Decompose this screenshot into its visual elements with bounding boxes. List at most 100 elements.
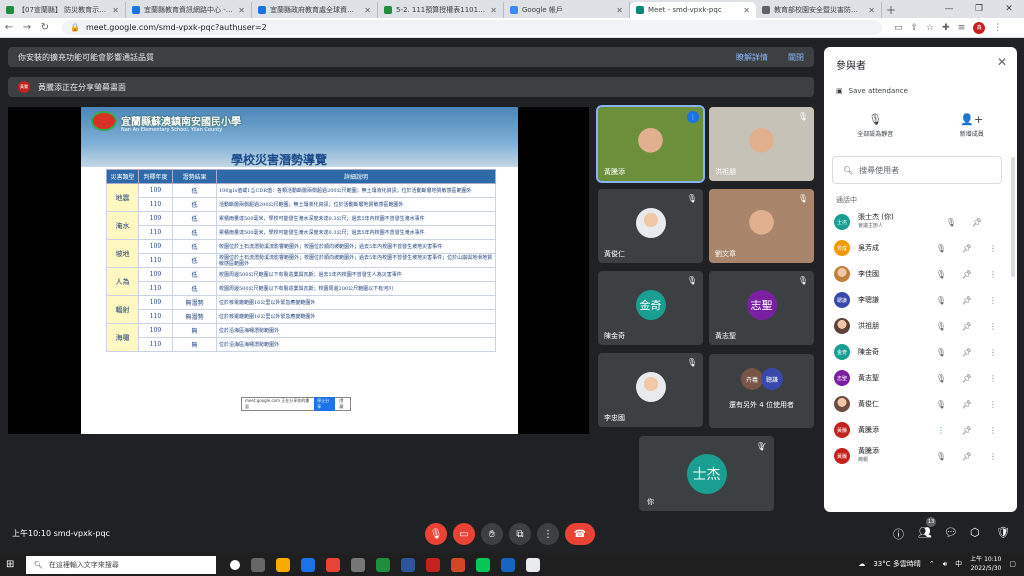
weather-text[interactable]: 33°C 多雲時晴 bbox=[873, 559, 921, 569]
taskbar-clock[interactable]: 上午 10:10 2022/5/30 bbox=[970, 555, 1001, 573]
participant-row[interactable]: 黃騰 黃騰添 簡報 🎙︎ 📌︎ ⋮ bbox=[824, 443, 1009, 469]
pin-icon[interactable]: 📌︎ bbox=[954, 296, 980, 305]
more-options-icon[interactable]: ⋮ bbox=[980, 296, 1006, 305]
mic-off-icon[interactable]: 🎙︎ bbox=[928, 400, 954, 409]
chat-icon[interactable]: 💬︎ bbox=[944, 526, 958, 539]
more-options-icon[interactable]: ⋮ bbox=[980, 426, 1006, 435]
participant-row[interactable]: 洪祖朋 🎙︎ 📌︎ ⋮ bbox=[824, 313, 1009, 339]
participant-tile[interactable]: 🎙︎ 李忠國 bbox=[598, 353, 703, 427]
dismiss-link[interactable]: 關閉 bbox=[788, 52, 804, 63]
extensions-icon[interactable]: ✚ bbox=[942, 23, 950, 33]
mic-toggle-button[interactable]: 🎙︎ bbox=[425, 523, 447, 545]
more-options-icon[interactable]: ⋮ bbox=[980, 374, 1006, 383]
acrobat-icon[interactable] bbox=[426, 557, 440, 572]
participant-row[interactable]: 志聖 黃志聖 🎙︎ 📌︎ ⋮ bbox=[824, 365, 1009, 391]
browser-menu-icon[interactable]: ⋮ bbox=[993, 23, 1002, 33]
more-options-icon[interactable]: ⋮ bbox=[980, 244, 1006, 253]
participant-tile[interactable]: ⋮ 黃騰添 bbox=[596, 105, 705, 183]
store-icon[interactable] bbox=[351, 557, 365, 572]
close-tab-icon[interactable]: ✕ bbox=[364, 6, 371, 15]
participant-tile[interactable]: 🎙︎ 黃俊仁 bbox=[598, 189, 703, 263]
reload-icon[interactable]: ↻ bbox=[36, 22, 54, 33]
mic-off-icon[interactable]: 🎙︎ bbox=[928, 374, 954, 383]
more-options-icon[interactable]: ⋮ bbox=[980, 322, 1006, 331]
excel-icon[interactable] bbox=[376, 557, 390, 572]
mic-off-icon[interactable]: 🎙︎ bbox=[928, 452, 954, 461]
browser-tab[interactable]: Google 帳戶 ✕ bbox=[504, 2, 630, 18]
more-options-icon[interactable]: ⋮ bbox=[980, 400, 1006, 409]
people-icon[interactable]: 👥︎ bbox=[918, 526, 932, 539]
maximize-icon[interactable]: ❐ bbox=[964, 0, 994, 18]
pin-icon[interactable]: 📌︎ bbox=[964, 218, 990, 227]
network-icon[interactable]: ⌃ bbox=[929, 560, 935, 568]
host-controls-icon[interactable]: 🛡︎ bbox=[996, 526, 1010, 539]
chrome-icon[interactable] bbox=[326, 557, 340, 572]
close-window-icon[interactable]: ✕ bbox=[994, 0, 1024, 18]
leave-call-button[interactable]: ☎︎ bbox=[565, 523, 595, 545]
browser-tab[interactable]: 宜蘭縣教育資訊網路中心 - 教師…✕ bbox=[126, 2, 252, 18]
participant-search-input[interactable]: 🔍︎ 搜尋使用者 bbox=[832, 156, 1002, 184]
pin-icon[interactable]: 📌︎ bbox=[954, 426, 980, 435]
notepad-icon[interactable] bbox=[526, 557, 540, 572]
add-people-button[interactable]: 👤+ 新增成員 bbox=[960, 113, 984, 138]
volume-icon[interactable]: 🔊︎ bbox=[943, 560, 947, 569]
browser-tab[interactable]: 【07宣蘭縣】 防災教育示範… ✕ bbox=[0, 2, 126, 18]
forward-icon[interactable]: → bbox=[18, 22, 36, 33]
ime-indicator[interactable]: 中 bbox=[955, 559, 962, 569]
participant-tile[interactable]: 🎙︎ 洪祖朋 bbox=[709, 107, 814, 181]
browser-tab[interactable]: Meet - smd-vpxk-pqc ✕ bbox=[630, 2, 756, 18]
participant-row[interactable]: 士杰 張士杰 (你) 會議主辦人 🎙︎ 📌︎ bbox=[824, 209, 1009, 235]
cortana-icon[interactable] bbox=[230, 559, 240, 570]
more-options-icon[interactable]: ⋮ bbox=[980, 348, 1006, 357]
close-tab-icon[interactable]: ✕ bbox=[616, 6, 623, 15]
hide-button[interactable]: 隱藏 bbox=[339, 398, 347, 410]
pin-icon[interactable]: 📌︎ bbox=[954, 244, 980, 253]
back-icon[interactable]: ← bbox=[0, 22, 18, 33]
info-icon[interactable]: ⓘ bbox=[893, 526, 904, 542]
mic-off-icon[interactable]: 🎙︎ bbox=[928, 348, 954, 357]
pin-icon[interactable]: 📌︎ bbox=[954, 270, 980, 279]
participant-tile[interactable]: 金奇 🎙︎ 陳金奇 bbox=[598, 271, 703, 345]
close-tab-icon[interactable]: ✕ bbox=[238, 6, 245, 15]
participant-row[interactable]: 黃俊仁 🎙︎ 📌︎ ⋮ bbox=[824, 391, 1009, 417]
participant-row[interactable]: 李佳國 🎙︎ 📌︎ ⋮ bbox=[824, 261, 1009, 287]
url-field[interactable]: 🔒 meet.google.com/smd-vpxk-pqc?authuser=… bbox=[62, 20, 882, 35]
participant-tile[interactable]: 🎙︎ 劉文章 bbox=[709, 189, 814, 263]
task-view-icon[interactable] bbox=[251, 557, 265, 572]
edge-icon[interactable] bbox=[301, 557, 315, 572]
participant-row[interactable]: 金奇 陳金奇 🎙︎ 📌︎ ⋮ bbox=[824, 339, 1009, 365]
pin-icon[interactable]: 📌︎ bbox=[954, 348, 980, 357]
pin-icon[interactable]: 📌︎ bbox=[954, 400, 980, 409]
file-explorer-icon[interactable] bbox=[276, 557, 290, 572]
mute-all-button[interactable]: 🎙︎ 全部設為靜音 bbox=[857, 113, 893, 138]
share-icon[interactable]: ⇪ bbox=[911, 23, 919, 33]
browser-tab[interactable]: 宜蘭縣政府教育處全球資訊網 ✕ bbox=[252, 2, 378, 18]
more-participants-tile[interactable]: 卉羲 聰謙 還有另外 4 位使用者 bbox=[709, 354, 814, 428]
self-tile[interactable]: 🎙︎̸ 士杰 你 bbox=[639, 436, 774, 511]
pin-icon[interactable]: 📌︎ bbox=[954, 322, 980, 331]
notification-icon[interactable]: ▢ bbox=[1009, 560, 1016, 568]
more-options-button[interactable]: ⋮ bbox=[537, 523, 559, 545]
close-tab-icon[interactable]: ✕ bbox=[743, 6, 750, 15]
bookmark-star-icon[interactable]: ☆ bbox=[926, 23, 934, 33]
ie-icon[interactable] bbox=[501, 557, 515, 572]
line-icon[interactable] bbox=[476, 557, 490, 572]
close-tab-icon[interactable]: ✕ bbox=[868, 6, 875, 15]
more-options-icon[interactable]: ⋮ bbox=[980, 270, 1006, 279]
browser-tab[interactable]: 教育部校園安全暨災害防救通報…✕ bbox=[756, 2, 882, 18]
more-options-icon[interactable]: ⋮ bbox=[980, 452, 1006, 461]
mic-off-icon[interactable]: 🎙︎ bbox=[928, 322, 954, 331]
camera-toggle-button[interactable]: ▭ bbox=[453, 523, 475, 545]
activities-icon[interactable]: ⬡ bbox=[970, 526, 980, 539]
profile-avatar[interactable]: 鑫 bbox=[973, 21, 986, 34]
close-icon[interactable]: ✕ bbox=[997, 55, 1007, 69]
present-button[interactable]: ⧉ bbox=[509, 523, 531, 545]
reading-list-icon[interactable]: ≡ bbox=[958, 23, 966, 33]
pin-icon[interactable]: 📌︎ bbox=[954, 452, 980, 461]
stop-sharing-button[interactable]: 停止分享 bbox=[314, 397, 336, 411]
close-tab-icon[interactable]: ✕ bbox=[490, 6, 497, 15]
mic-off-icon[interactable]: 🎙︎ bbox=[928, 270, 954, 279]
participant-tile[interactable]: 志聖 🎙︎ 黃志聖 bbox=[709, 271, 814, 345]
new-tab-icon[interactable]: + bbox=[882, 2, 900, 18]
participant-row[interactable]: 芳成 吳芳成 🎙︎ 📌︎ ⋮ bbox=[824, 235, 1009, 261]
